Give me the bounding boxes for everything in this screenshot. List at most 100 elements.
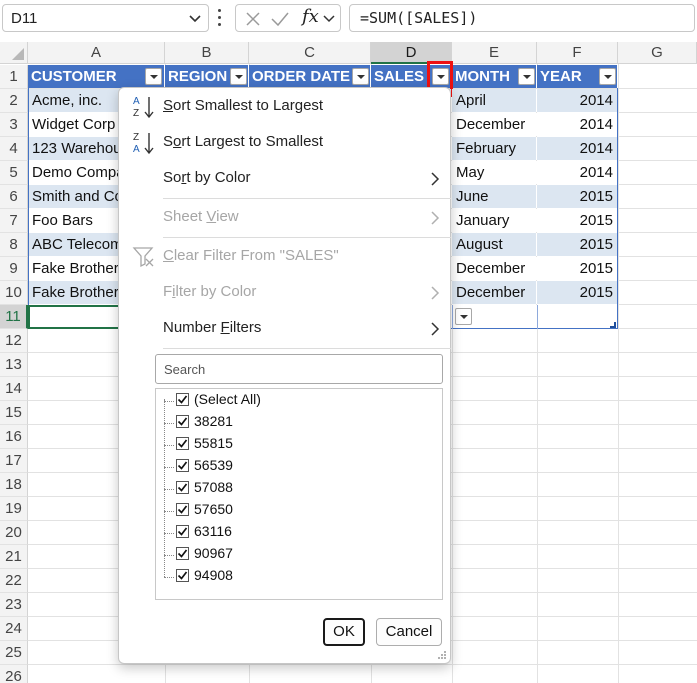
menu-sheet-view: Sheet View — [119, 200, 450, 236]
checkbox[interactable] — [176, 569, 189, 582]
menu-sort-by-color[interactable]: Sort by Color — [119, 161, 450, 197]
row-header[interactable]: 11 — [0, 305, 28, 329]
row-header[interactable]: 24 — [0, 617, 28, 641]
column-header-c[interactable]: C — [249, 42, 371, 64]
filter-button-month[interactable] — [518, 68, 535, 85]
checkbox[interactable] — [176, 415, 189, 428]
name-box[interactable]: D11 — [2, 4, 209, 32]
row-header[interactable]: 5 — [0, 161, 28, 185]
cell-month[interactable]: June — [452, 185, 536, 209]
cell-year[interactable]: 2014 — [537, 137, 617, 161]
cell-month[interactable]: August — [452, 233, 536, 257]
filter-item-select-all[interactable]: (Select All) — [164, 390, 434, 412]
column-header-g[interactable]: G — [618, 42, 697, 64]
menu-sort-descending[interactable]: Z A Sort Largest to Smallest — [119, 125, 450, 161]
row-header[interactable]: 6 — [0, 185, 28, 209]
menu-separator — [163, 198, 451, 199]
table-resize-handle[interactable] — [610, 322, 616, 328]
filter-item-value[interactable]: 38281 — [164, 412, 434, 434]
checkbox[interactable] — [176, 503, 189, 516]
chevron-down-icon[interactable] — [188, 9, 202, 27]
checkbox[interactable] — [176, 393, 189, 406]
filter-item-value[interactable]: 63116 — [164, 522, 434, 544]
row-header[interactable]: 14 — [0, 377, 28, 401]
row-header[interactable]: 10 — [0, 281, 28, 305]
column-header-b[interactable]: B — [165, 42, 249, 64]
cell-year[interactable]: 2015 — [537, 185, 617, 209]
filter-item-value[interactable]: 90967 — [164, 544, 434, 566]
checkmark-icon — [177, 527, 188, 536]
checkbox[interactable] — [176, 481, 189, 494]
checkbox[interactable] — [176, 437, 189, 450]
checkbox[interactable] — [176, 547, 189, 560]
menu-sort-ascending[interactable]: A Z Sort Smallest to Largest — [119, 89, 450, 125]
total-row-dropdown[interactable] — [455, 308, 472, 325]
filter-item-value[interactable]: 57650 — [164, 500, 434, 522]
row-header[interactable]: 13 — [0, 353, 28, 377]
row-header[interactable]: 18 — [0, 473, 28, 497]
cell-year[interactable]: 2015 — [537, 209, 617, 233]
menu-filter-by-color-label: Filter by Color — [163, 283, 257, 300]
insert-function-icon[interactable]: fx — [302, 6, 319, 27]
cancel-icon[interactable] — [244, 10, 262, 28]
cell-year[interactable]: 2014 — [537, 113, 617, 137]
more-icon[interactable] — [215, 9, 223, 29]
filter-item-value[interactable]: 55815 — [164, 434, 434, 456]
cell-month[interactable]: December — [452, 113, 536, 137]
menu-number-filters[interactable]: Number Filters — [119, 311, 450, 347]
row-header[interactable]: 23 — [0, 593, 28, 617]
filter-item-value[interactable]: 57088 — [164, 478, 434, 500]
filter-button-order-date[interactable] — [352, 68, 369, 85]
row-header[interactable]: 19 — [0, 497, 28, 521]
checkbox[interactable] — [176, 459, 189, 472]
row-header[interactable]: 3 — [0, 113, 28, 137]
cell-month[interactable]: May — [452, 161, 536, 185]
column-header-e[interactable]: E — [452, 42, 537, 64]
cell-year[interactable]: 2015 — [537, 233, 617, 257]
row-header[interactable]: 25 — [0, 641, 28, 665]
cell-month[interactable]: January — [452, 209, 536, 233]
cell-month[interactable]: December — [452, 257, 536, 281]
enter-icon[interactable] — [270, 10, 290, 28]
cell-year[interactable]: 2014 — [537, 89, 617, 113]
svg-text:Z: Z — [133, 132, 139, 143]
checkbox[interactable] — [176, 525, 189, 538]
chevron-down-icon[interactable] — [322, 12, 336, 26]
filter-item-label: 63116 — [194, 523, 232, 539]
filter-button-customer[interactable] — [145, 68, 162, 85]
column-header-a[interactable]: A — [28, 42, 165, 64]
row-header[interactable]: 2 — [0, 89, 28, 113]
row-header[interactable]: 1 — [0, 65, 28, 89]
formula-input[interactable]: =SUM([SALES]) — [349, 4, 695, 32]
menu-sheet-view-label: Sheet View — [163, 208, 239, 225]
ok-button[interactable]: OK — [323, 618, 365, 646]
cell-month[interactable]: December — [452, 281, 536, 305]
cell-year[interactable]: 2015 — [537, 281, 617, 305]
cell-year[interactable]: 2014 — [537, 161, 617, 185]
filter-item-value[interactable]: 94908 — [164, 566, 434, 588]
column-header-f[interactable]: F — [537, 42, 618, 64]
row-header[interactable]: 26 — [0, 665, 28, 683]
cell-month[interactable]: April — [452, 89, 536, 113]
select-all-corner[interactable] — [0, 42, 28, 64]
filter-button-year[interactable] — [599, 68, 616, 85]
filter-search-input[interactable]: Search — [155, 354, 443, 384]
row-header[interactable]: 21 — [0, 545, 28, 569]
row-header[interactable]: 9 — [0, 257, 28, 281]
row-header[interactable]: 17 — [0, 449, 28, 473]
row-header[interactable]: 12 — [0, 329, 28, 353]
row-header[interactable]: 22 — [0, 569, 28, 593]
row-header[interactable]: 8 — [0, 233, 28, 257]
cancel-button[interactable]: Cancel — [376, 618, 442, 646]
row-header[interactable]: 20 — [0, 521, 28, 545]
row-header[interactable]: 4 — [0, 137, 28, 161]
cell-month[interactable]: February — [452, 137, 536, 161]
cell-year[interactable]: 2015 — [537, 257, 617, 281]
filter-item-value[interactable]: 56539 — [164, 456, 434, 478]
row-header[interactable]: 7 — [0, 209, 28, 233]
row-header[interactable]: 16 — [0, 425, 28, 449]
resize-grip-icon[interactable] — [437, 650, 447, 660]
row-header[interactable]: 15 — [0, 401, 28, 425]
filter-button-region[interactable] — [230, 68, 247, 85]
excel-window: D11 fx =SUM([SALES]) A B C D E F G 12345… — [0, 0, 697, 683]
